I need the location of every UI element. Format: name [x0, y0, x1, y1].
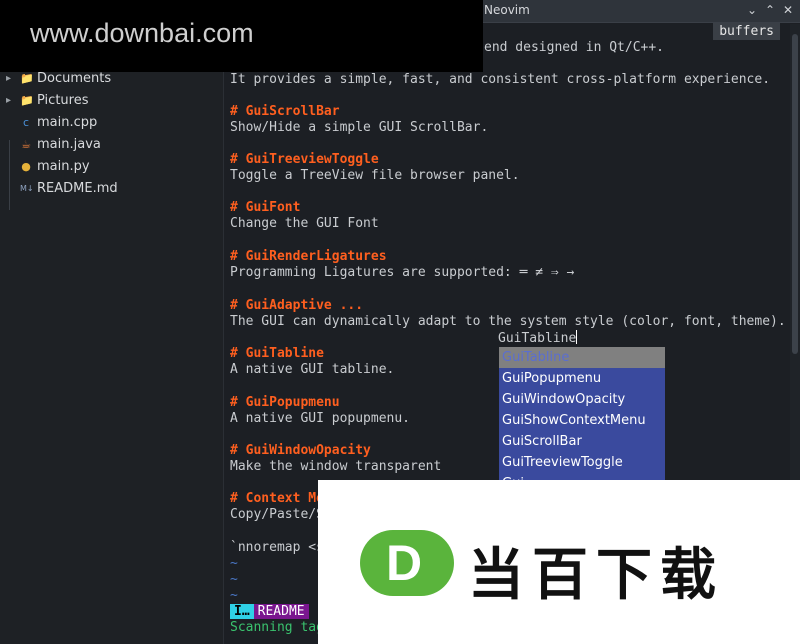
editor-line: Show/Hide a simple GUI ScrollBar.: [230, 120, 489, 135]
completion-input-line: GuiTabline: [498, 330, 578, 346]
heading-line: # GuiPopupmenu: [230, 395, 340, 410]
cpp-icon: c: [22, 116, 30, 129]
popup-item[interactable]: GuiShowContextMenu: [499, 410, 665, 431]
close-button[interactable]: ✕: [780, 2, 796, 18]
advert-text: 当百下载: [468, 543, 724, 608]
minimize-button[interactable]: ⌄: [744, 2, 760, 18]
chevron-right-icon[interactable]: ▸: [6, 69, 14, 89]
editor-line: `nnoremap <s: [230, 540, 324, 555]
folder-icon: 📁: [20, 94, 34, 107]
heading-line: # GuiWindowOpacity: [230, 443, 371, 458]
editor-line: Change the GUI Font: [230, 216, 379, 231]
tree-item-label: Pictures: [37, 93, 89, 108]
editor-line: Toggle a TreeView file browser panel.: [230, 168, 520, 183]
editor-line: The GUI can dynamically adapt to the sys…: [230, 314, 786, 329]
popup-item[interactable]: GuiScrollBar: [499, 431, 665, 452]
heading-line: # GuiTabline: [230, 346, 324, 361]
python-icon: ●: [21, 160, 31, 173]
empty-line-marker: ~: [230, 556, 238, 571]
advert-logo-letter: D: [385, 535, 423, 591]
watermark-banner: www.downbai.com: [0, 0, 483, 72]
mode-indicator: I…: [230, 604, 254, 619]
buffers-label: buffers: [713, 23, 780, 40]
command-line-message: Scanning tag: [230, 620, 324, 635]
editor-line: Make the window transparent: [230, 459, 442, 474]
editor-line: It provides a simple, fast, and consiste…: [230, 72, 771, 87]
heading-line: # GuiScrollBar: [230, 104, 340, 119]
tree-item-label: main.java: [37, 137, 101, 152]
status-line: I… README: [230, 604, 309, 620]
empty-line-marker: ~: [230, 572, 238, 587]
maximize-button[interactable]: ⌃: [762, 2, 778, 18]
editor-line: A native GUI popupmenu.: [230, 411, 411, 426]
tree-item-label: Documents: [37, 71, 112, 86]
completion-input-text: GuiTabline: [498, 331, 577, 346]
advert-overlay: D 当百下载: [318, 480, 800, 644]
completion-popup[interactable]: GuiTabline GuiPopupmenu GuiWindowOpacity…: [499, 347, 665, 482]
heading-line: # GuiRenderLigatures: [230, 249, 387, 264]
file-tree-sidebar: ▸ 📁 Documents ▸ 📁 Pictures c main.cpp ☕ …: [0, 22, 224, 644]
tree-item-label: main.py: [37, 159, 90, 174]
markdown-icon: M↓: [20, 184, 34, 193]
scrollbar-thumb[interactable]: [792, 34, 798, 354]
popup-item[interactable]: GuiTreeviewToggle: [499, 452, 665, 473]
folder-icon: 📁: [20, 72, 34, 85]
tree-item-label: README.md: [37, 181, 118, 196]
tree-item-label: main.cpp: [37, 115, 98, 130]
editor-line: A native GUI tabline.: [230, 362, 395, 377]
java-icon: ☕: [21, 138, 31, 151]
popup-item[interactable]: GuiPopupmenu: [499, 368, 665, 389]
heading-line: # GuiAdaptive ...: [230, 298, 364, 313]
watermark-url: www.downbai.com: [30, 18, 254, 48]
chevron-right-icon[interactable]: ▸: [6, 91, 14, 111]
heading-line: # GuiTreeviewToggle: [230, 152, 379, 167]
buffer-name: README: [253, 604, 309, 619]
heading-line: # GuiFont: [230, 200, 301, 215]
tree-guide-line: [9, 140, 10, 210]
editor-line: Copy/Paste/S: [230, 507, 324, 522]
window-title: Neovim: [484, 3, 530, 17]
popup-item-selected[interactable]: GuiTabline: [499, 347, 665, 368]
editor-line: end designed in Qt/C++.: [484, 40, 665, 55]
heading-line: # Context Me: [230, 491, 324, 506]
popup-item[interactable]: GuiWindowOpacity: [499, 389, 665, 410]
editor-line: Programming Ligatures are supported: ═ ≠…: [230, 265, 575, 280]
text-cursor: [576, 330, 578, 344]
empty-line-marker: ~: [230, 588, 238, 603]
